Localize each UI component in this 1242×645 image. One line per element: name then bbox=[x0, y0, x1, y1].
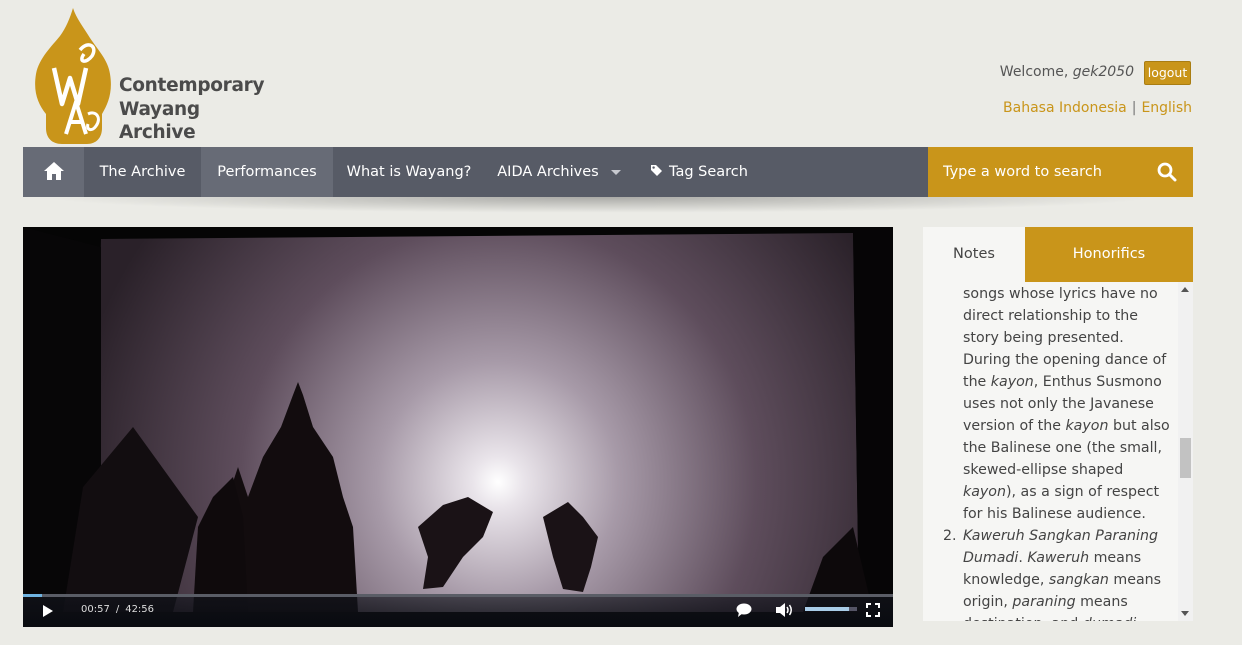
nav-performances-label: Performances bbox=[217, 164, 317, 180]
logo-line-3: Archive bbox=[119, 122, 196, 143]
notes-panel: Notes Honorifics songs whose lyrics have… bbox=[923, 227, 1193, 621]
wayang-kayon-icon bbox=[35, 8, 111, 144]
volume-slider[interactable] bbox=[805, 607, 857, 611]
notes-content: songs whose lyrics have no direct relati… bbox=[923, 282, 1178, 621]
nav-the-archive[interactable]: The Archive bbox=[84, 147, 201, 197]
lang-indonesian-link[interactable]: Bahasa Indonesia bbox=[1003, 100, 1127, 116]
play-icon[interactable] bbox=[43, 605, 53, 617]
progress-bar[interactable] bbox=[23, 594, 893, 597]
progress-fill bbox=[23, 594, 43, 597]
time-display: 00:57 / 42:56 bbox=[81, 604, 154, 615]
note-term: Kaweruh bbox=[1027, 550, 1090, 566]
welcome-message: Welcome, gek2050 bbox=[1000, 64, 1134, 80]
duration: 42:56 bbox=[125, 604, 155, 615]
note-term: kayon bbox=[1065, 418, 1109, 434]
nav-tag-search-label: Tag Search bbox=[669, 164, 748, 180]
nav-aida-archives[interactable]: AIDA Archives bbox=[485, 147, 633, 197]
video-controls: 00:57 / 42:56 bbox=[23, 594, 893, 627]
home-icon bbox=[43, 161, 64, 180]
scrollbar-thumb[interactable] bbox=[1180, 438, 1191, 478]
note-term: paraning bbox=[1012, 594, 1076, 610]
note-term: kayon bbox=[963, 484, 1006, 500]
nav-what-is-wayang[interactable]: What is Wayang? bbox=[333, 147, 485, 197]
chevron-down-icon bbox=[610, 169, 621, 175]
video-frame bbox=[23, 227, 893, 627]
welcome-prefix: Welcome, bbox=[999, 64, 1073, 80]
logo-line-1: Contemporary bbox=[119, 75, 265, 96]
search-icon bbox=[1157, 162, 1176, 182]
nav-tag-search[interactable]: Tag Search bbox=[641, 147, 757, 197]
logout-button[interactable]: logout bbox=[1144, 61, 1191, 85]
username: gek2050 bbox=[1072, 64, 1134, 80]
captions-icon[interactable] bbox=[736, 603, 752, 617]
scroll-up-icon[interactable] bbox=[1181, 287, 1189, 292]
list-number: 2. bbox=[943, 528, 957, 544]
language-switcher: Bahasa Indonesia | English bbox=[1003, 100, 1192, 116]
main-nav: The Archive Performances What is Wayang?… bbox=[23, 147, 928, 197]
nav-home[interactable] bbox=[23, 147, 84, 197]
note-term: sangkan bbox=[1048, 572, 1109, 588]
search-input[interactable] bbox=[928, 147, 1140, 197]
video-player[interactable]: 00:57 / 42:56 bbox=[23, 227, 893, 627]
volume-fill bbox=[805, 607, 850, 611]
search-button[interactable] bbox=[1140, 147, 1193, 197]
tab-notes[interactable]: Notes bbox=[923, 227, 1025, 282]
nav-aida-archives-label: AIDA Archives bbox=[497, 164, 599, 180]
volume-icon[interactable] bbox=[776, 603, 794, 617]
nav-shadow bbox=[40, 197, 1160, 213]
note-term: kayon bbox=[990, 374, 1034, 390]
note-list-item-2: 2. Kaweruh Sangkan Paraning Dumadi. Kawe… bbox=[943, 525, 1171, 621]
nav-performances[interactable]: Performances bbox=[201, 147, 333, 197]
note-paragraph-2: Kaweruh Sangkan Paraning Dumadi. Kaweruh… bbox=[963, 525, 1171, 621]
logo-text: Contemporary Wayang Archive bbox=[119, 74, 265, 145]
lang-separator: | bbox=[1131, 100, 1137, 116]
notes-scrollbar[interactable] bbox=[1178, 282, 1193, 621]
time-separator: / bbox=[115, 604, 120, 615]
nav-the-archive-label: The Archive bbox=[99, 164, 186, 180]
site-logo[interactable]: Contemporary Wayang Archive bbox=[32, 6, 272, 146]
note-term: dumadi bbox=[1083, 616, 1136, 621]
logo-line-2: Wayang bbox=[119, 98, 200, 120]
tag-icon bbox=[651, 165, 662, 176]
fullscreen-icon[interactable] bbox=[866, 603, 880, 617]
scroll-down-icon[interactable] bbox=[1181, 611, 1189, 616]
tab-honorifics[interactable]: Honorifics bbox=[1025, 227, 1193, 282]
nav-what-is-wayang-label: What is Wayang? bbox=[346, 164, 472, 180]
note-paragraph-1: songs whose lyrics have no direct relati… bbox=[963, 283, 1171, 525]
lang-english-link[interactable]: English bbox=[1141, 100, 1192, 116]
current-time: 00:57 bbox=[81, 604, 110, 615]
